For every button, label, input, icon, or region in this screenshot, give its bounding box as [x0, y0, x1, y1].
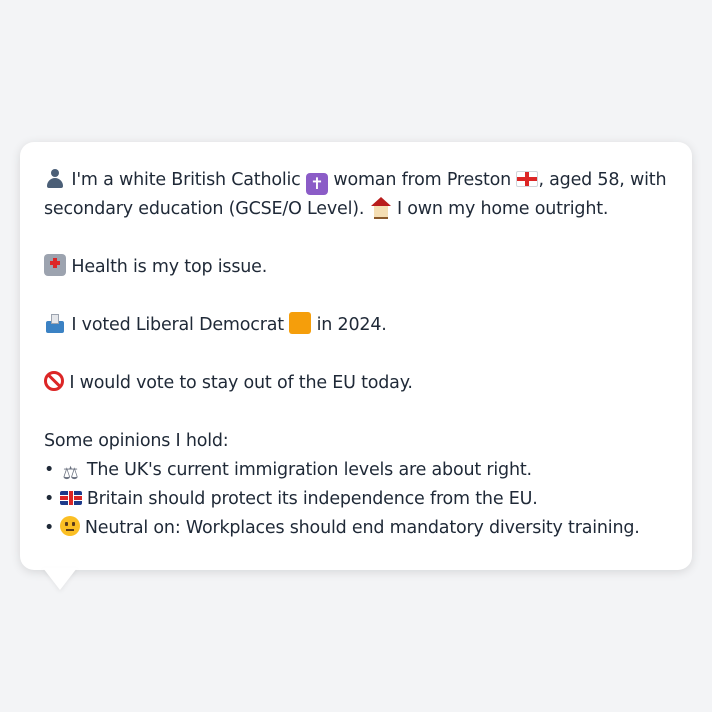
opinion-text-3: Neutral on: Workplaces should end mandat… — [79, 518, 640, 538]
identity-text-1: I'm a white British Catholic — [66, 170, 306, 190]
house-icon — [370, 196, 392, 219]
issue-text: Health is my top issue. — [66, 257, 268, 277]
vote-text-1: I voted Liberal Democrat — [66, 315, 290, 335]
chat-bubble: I'm a white British Catholic ✝ woman fro… — [20, 142, 692, 570]
opinion-text-2: Britain should protect its independence … — [81, 489, 538, 509]
bullet: • — [44, 518, 60, 538]
identity-text-4: I own my home outright. — [391, 199, 609, 219]
opinion-item-1: • ⚖ The UK's current immigration levels … — [44, 456, 668, 485]
prohibited-icon — [44, 371, 64, 391]
identity-text-2: woman from Preston — [327, 170, 517, 190]
hospital-icon — [44, 254, 66, 276]
bullet: • — [44, 460, 60, 480]
chat-bubble-tail — [43, 568, 77, 590]
identity-line: I'm a white British Catholic ✝ woman fro… — [44, 166, 668, 224]
eu-text: I would vote to stay out of the EU today… — [64, 373, 413, 393]
opinion-text-1: The UK's current immigration levels are … — [81, 460, 532, 480]
uk-flag-icon — [59, 491, 82, 505]
neutral-face-icon — [59, 516, 80, 536]
bullet: • — [44, 489, 60, 509]
bust-icon — [44, 167, 66, 189]
opinions-heading: Some opinions I hold: — [44, 431, 229, 451]
issue-line: Health is my top issue. — [44, 253, 668, 282]
latin-cross-icon: ✝ — [305, 173, 328, 195]
opinion-item-2: • Britain should protect its independenc… — [44, 485, 668, 514]
vote-line: I voted Liberal Democrat in 2024. — [44, 311, 668, 340]
vote-text-2: in 2024. — [311, 315, 387, 335]
balance-scale-icon: ⚖ — [62, 463, 79, 484]
ballot-box-icon — [44, 312, 66, 334]
england-flag-icon — [516, 171, 539, 187]
orange-square-icon — [289, 312, 312, 334]
opinion-item-3: • Neutral on: Workplaces should end mand… — [44, 514, 668, 543]
eu-line: I would vote to stay out of the EU today… — [44, 369, 668, 398]
